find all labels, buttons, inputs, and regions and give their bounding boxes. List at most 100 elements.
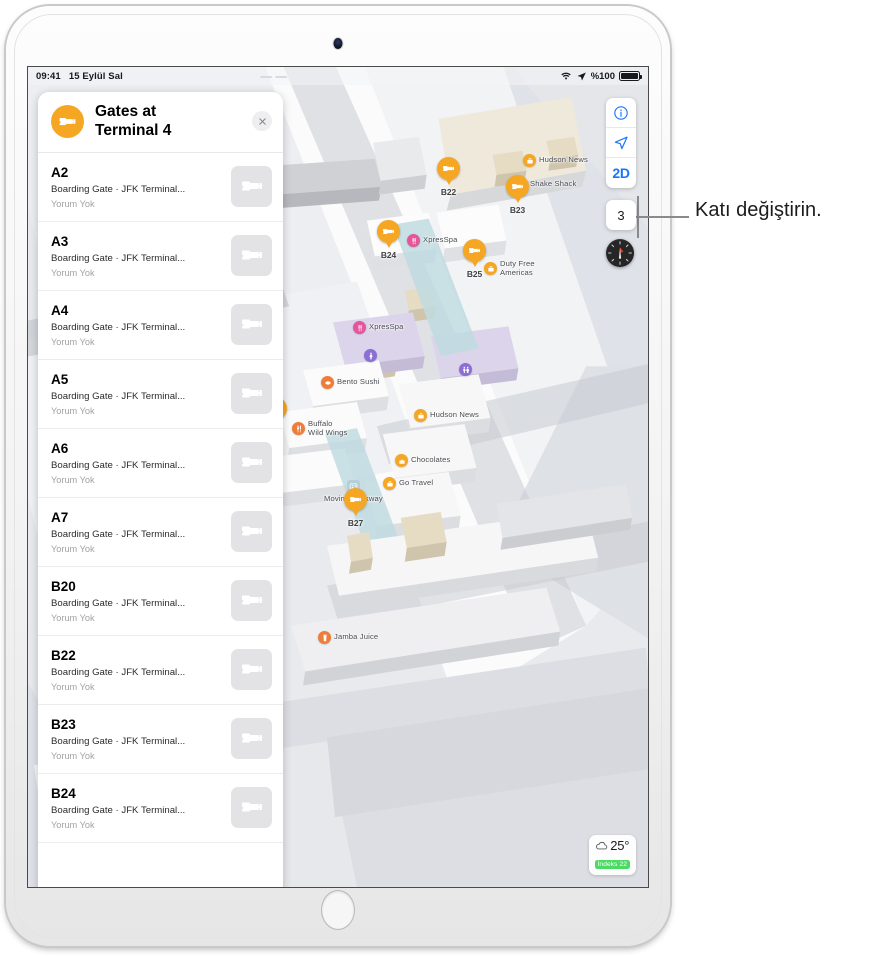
map-poi[interactable]: Hudson News [414, 409, 479, 422]
screenshot-root: B22 B23 B24 B25 B27 Hudson News Shake Sh… [0, 0, 888, 958]
gate-name: A4 [51, 302, 69, 318]
gate-name: A3 [51, 233, 69, 249]
gate-name: A2 [51, 164, 69, 180]
map-poi[interactable]: XpresSpa [353, 321, 404, 334]
gate-subtitle: Boarding Gate · JFK Terminal... [51, 666, 186, 678]
gate-name: B23 [51, 716, 76, 732]
weather-top-row: 25° [595, 838, 631, 853]
gate-item-text: A2 Boarding Gate · JFK Terminal... Yorum… [51, 164, 223, 209]
gate-subtitle: Boarding Gate · JFK Terminal... [51, 321, 186, 333]
device-screen: B22 B23 B24 B25 B27 Hudson News Shake Sh… [27, 66, 649, 888]
map-controls-group[interactable]: 2D [606, 98, 636, 188]
poi-label: Bento Sushi [337, 377, 380, 387]
map-poi[interactable]: Duty Free Americas [484, 259, 535, 277]
gate-list-item[interactable]: B22 Boarding Gate · JFK Terminal... Yoru… [38, 636, 283, 705]
floor-selector-button[interactable]: 3 [606, 200, 636, 230]
gate-subtitle: Boarding Gate · JFK Terminal... [51, 804, 186, 816]
poi-label: Jamba Juice [334, 632, 379, 642]
gate-list-item[interactable]: B24 Boarding Gate · JFK Terminal... Yoru… [38, 774, 283, 843]
gate-item-text: B23 Boarding Gate · JFK Terminal... Yoru… [51, 716, 223, 761]
gate-review-status: Yorum Yok [51, 198, 95, 209]
map-locate-button[interactable] [606, 128, 636, 158]
status-bar-left: 09:41 15 Eylül Sal [36, 71, 123, 82]
gate-review-status: Yorum Yok [51, 681, 95, 692]
map-poi[interactable]: Chocolates [395, 454, 451, 467]
battery-full-icon [619, 71, 643, 81]
status-bar: 09:41 15 Eylül Sal %100 [28, 67, 648, 85]
gate-review-status: Yorum Yok [51, 405, 95, 416]
gates-panel-title: Gates at Terminal 4 [95, 103, 172, 140]
poi-label: Chocolates [411, 455, 451, 465]
gates-list[interactable]: A2 Boarding Gate · JFK Terminal... Yorum… [38, 153, 283, 887]
weather-widget[interactable]: 25° İndeks 22 [588, 835, 636, 875]
gate-thumbnail [231, 441, 272, 483]
gate-item-text: B22 Boarding Gate · JFK Terminal... Yoru… [51, 647, 223, 692]
gate-pin-label: B27 [347, 518, 364, 528]
map-info-button[interactable] [606, 98, 636, 128]
map-gate-pin[interactable]: B27 [344, 488, 367, 528]
gate-item-text: B24 Boarding Gate · JFK Terminal... Yoru… [51, 785, 223, 830]
gate-item-text: B20 Boarding Gate · JFK Terminal... Yoru… [51, 578, 223, 623]
status-time: 09:41 [36, 70, 61, 82]
map-gate-pin[interactable]: B25 [463, 239, 486, 279]
gate-review-status: Yorum Yok [51, 819, 95, 830]
map-poi[interactable]: XpresSpa [407, 234, 458, 247]
gate-name: A5 [51, 371, 69, 387]
gate-list-item[interactable]: B23 Boarding Gate · JFK Terminal... Yoru… [38, 705, 283, 774]
gate-list-item[interactable]: A6 Boarding Gate · JFK Terminal... Yorum… [38, 429, 283, 498]
map-poi[interactable]: Go Travel [383, 477, 433, 490]
juice-icon [318, 631, 331, 644]
gate-review-status: Yorum Yok [51, 474, 95, 485]
gate-thumbnail [231, 510, 272, 552]
map-poi[interactable]: Buffalo Wild Wings [292, 419, 347, 437]
gate-subtitle: Boarding Gate · JFK Terminal... [51, 390, 186, 402]
gate-review-status: Yorum Yok [51, 750, 95, 761]
gate-list-item[interactable]: A4 Boarding Gate · JFK Terminal... Yorum… [38, 291, 283, 360]
gate-list-item[interactable]: A5 Boarding Gate · JFK Terminal... Yorum… [38, 360, 283, 429]
map-2d-3d-toggle[interactable]: 2D [606, 158, 636, 188]
boarding-gate-icon [463, 239, 486, 262]
gate-name: A7 [51, 509, 69, 525]
gate-list-item[interactable]: B20 Boarding Gate · JFK Terminal... Yoru… [38, 567, 283, 636]
boarding-gate-icon [377, 220, 400, 243]
map-poi[interactable]: Bento Sushi [321, 376, 380, 389]
gate-review-status: Yorum Yok [51, 543, 95, 554]
map-gate-pin[interactable]: B24 [377, 220, 400, 260]
map-poi[interactable]: Hudson News [523, 154, 588, 167]
restaurant-icon [321, 376, 334, 389]
map-gate-pin[interactable]: B22 [437, 157, 460, 197]
map-compass[interactable] [606, 239, 634, 267]
gate-list-item[interactable]: A7 Boarding Gate · JFK Terminal... Yorum… [38, 498, 283, 567]
location-arrow-icon [577, 71, 586, 80]
boarding-gate-icon [51, 104, 84, 138]
restroom-men-icon[interactable] [364, 349, 377, 362]
front-camera-icon [333, 38, 343, 49]
floor-label: 3 [617, 207, 625, 223]
cloud-icon [596, 841, 608, 850]
gates-panel[interactable]: Gates at Terminal 4 A2 Boarding Gate · J… [38, 92, 283, 887]
close-icon[interactable] [252, 111, 272, 132]
gate-subtitle: Boarding Gate · JFK Terminal... [51, 528, 186, 540]
gate-subtitle: Boarding Gate · JFK Terminal... [51, 183, 186, 195]
gate-name: A6 [51, 440, 69, 456]
shop-icon [383, 477, 396, 490]
gate-item-text: A5 Boarding Gate · JFK Terminal... Yorum… [51, 371, 223, 416]
battery-percent-label: %100 [590, 70, 615, 82]
map-gate-pin[interactable]: B23 [506, 175, 529, 215]
weather-temperature: 25° [610, 838, 630, 853]
restroom-both-icon[interactable] [459, 363, 472, 376]
gate-item-text: A4 Boarding Gate · JFK Terminal... Yorum… [51, 302, 223, 347]
gate-name: B22 [51, 647, 76, 663]
gate-thumbnail [231, 165, 272, 207]
gate-thumbnail [231, 786, 272, 828]
gate-list-item[interactable]: A3 Boarding Gate · JFK Terminal... Yorum… [38, 222, 283, 291]
gate-thumbnail [231, 648, 272, 690]
beauty-icon [353, 321, 366, 334]
status-date: 15 Eylül Sal [68, 70, 123, 82]
gate-review-status: Yorum Yok [51, 336, 95, 347]
gate-thumbnail [231, 717, 272, 759]
gate-list-item[interactable]: A2 Boarding Gate · JFK Terminal... Yorum… [38, 153, 283, 222]
home-button[interactable] [321, 890, 355, 930]
map-poi[interactable]: Jamba Juice [318, 631, 378, 644]
beauty-icon [407, 234, 420, 247]
